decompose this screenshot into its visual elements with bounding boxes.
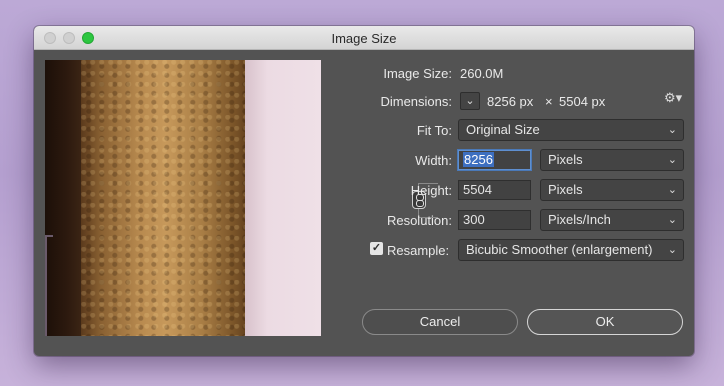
resolution-unit-value: Pixels/Inch	[548, 212, 611, 227]
resample-method-dropdown[interactable]: Bicubic Smoother (enlargement) ⌄	[458, 239, 684, 261]
fit-to-value: Original Size	[466, 122, 540, 137]
chevron-down-icon: ⌄	[465, 95, 475, 107]
preview-background	[245, 60, 321, 336]
height-unit-value: Pixels	[548, 182, 583, 197]
image-preview[interactable]	[45, 60, 321, 336]
dimensions-unit-dropdown[interactable]: ⌄	[460, 92, 480, 110]
resample-label: Resample:	[387, 243, 450, 258]
height-label: Height:	[410, 183, 452, 198]
title-bar: Image Size	[34, 26, 694, 50]
fit-to-dropdown[interactable]: Original Size ⌄	[458, 119, 684, 141]
image-size-label: Image Size:	[383, 66, 452, 81]
width-label: Width:	[415, 153, 452, 168]
dimensions-label: Dimensions:	[380, 94, 452, 109]
width-unit-value: Pixels	[548, 152, 583, 167]
height-value: 5504	[463, 182, 492, 197]
ok-button[interactable]: OK	[527, 309, 683, 335]
chevron-down-icon: ⌄	[667, 214, 677, 226]
preview-wooden-post	[81, 60, 251, 336]
chevron-down-icon: ⌄	[667, 184, 677, 196]
checkmark-icon: ✓	[371, 242, 382, 254]
fit-to-label: Fit To:	[416, 123, 452, 138]
window-title: Image Size	[331, 31, 397, 46]
image-size-dialog: Image Size Image Size: 260.0M ⚙▾ Dimensi…	[34, 26, 694, 356]
image-size-value: 260.0M	[460, 66, 504, 81]
resample-checkbox[interactable]: ✓	[370, 242, 383, 255]
resolution-label: Resolution:	[386, 213, 452, 228]
dimensions-height-value: 5504 px	[559, 94, 606, 109]
dimensions-times: ×	[545, 94, 553, 109]
resolution-value: 300	[463, 212, 485, 227]
chevron-down-icon: ⌄	[667, 124, 677, 136]
height-unit-dropdown[interactable]: Pixels ⌄	[540, 179, 684, 201]
preview-rail	[45, 235, 53, 336]
cancel-button[interactable]: Cancel	[362, 309, 518, 335]
resolution-input[interactable]: 300	[458, 210, 531, 230]
width-unit-dropdown[interactable]: Pixels ⌄	[540, 149, 684, 171]
dimensions-width-value: 8256 px	[487, 94, 534, 109]
chevron-down-icon: ⌄	[667, 154, 677, 166]
gear-icon[interactable]: ⚙▾	[664, 90, 682, 106]
width-value: 8256	[463, 152, 494, 167]
chevron-down-icon: ⌄	[667, 244, 677, 256]
width-input[interactable]: 8256	[458, 150, 531, 170]
resample-method-value: Bicubic Smoother (enlargement)	[466, 242, 653, 257]
resolution-unit-dropdown[interactable]: Pixels/Inch ⌄	[540, 209, 684, 231]
height-input[interactable]: 5504	[458, 180, 531, 200]
